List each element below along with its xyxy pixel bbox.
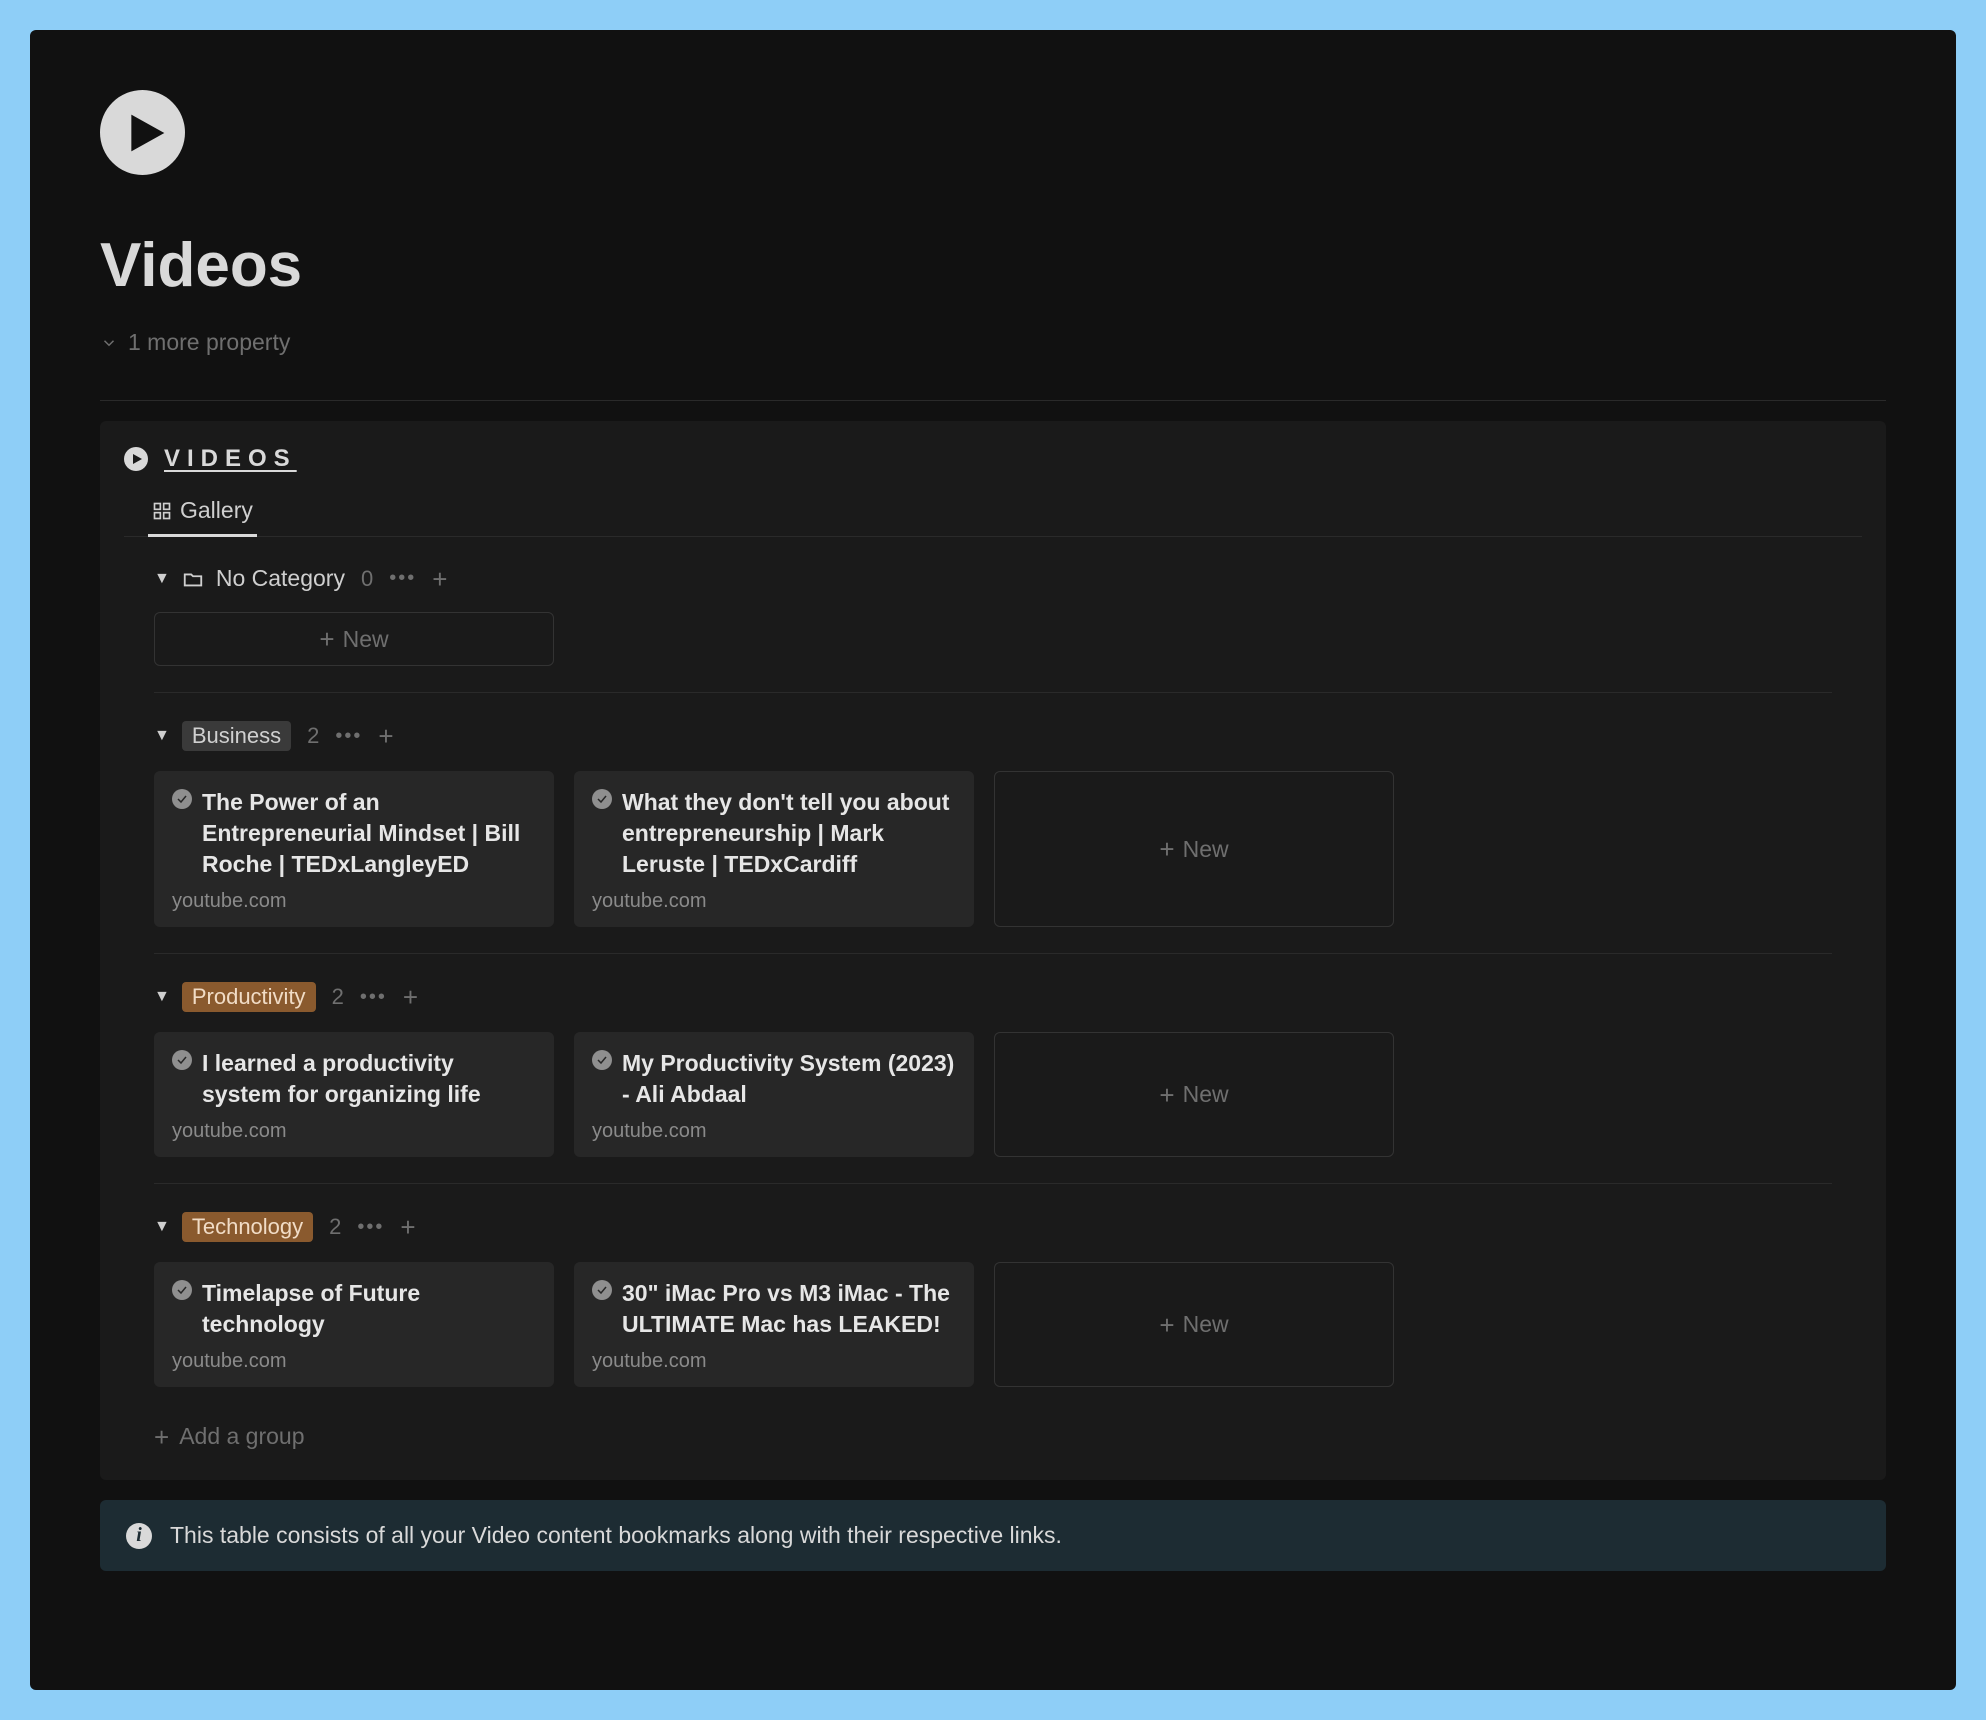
check-icon [172, 1050, 192, 1070]
info-callout: i This table consists of all your Video … [100, 1500, 1886, 1571]
video-card[interactable]: My Productivity System (2023) - Ali Abda… [574, 1032, 974, 1157]
group-tag[interactable]: Technology [182, 1212, 313, 1242]
group-tag[interactable]: Business [182, 721, 291, 751]
view-tabs: Gallery [124, 487, 1862, 537]
chevron-down-icon [100, 334, 118, 352]
cards-row: Timelapse of Future technology youtube.c… [124, 1248, 1862, 1407]
page-play-icon [100, 90, 185, 175]
group-header: ▼ Productivity 2 ••• + [124, 976, 1862, 1018]
database-play-icon [124, 447, 148, 471]
card-source: youtube.com [172, 890, 536, 913]
video-card[interactable]: 30" iMac Pro vs M3 iMac - The ULTIMATE M… [574, 1262, 974, 1387]
more-properties-label: 1 more property [128, 329, 290, 356]
group-menu-icon[interactable]: ••• [385, 567, 420, 590]
group-menu-icon[interactable]: ••• [353, 1216, 388, 1239]
check-icon [172, 789, 192, 809]
app-frame: Videos 1 more property VIDEOS Gallery [30, 30, 1956, 1690]
cards-row: I learned a productivity system for orga… [124, 1018, 1862, 1177]
database-block: VIDEOS Gallery ▼ [100, 421, 1886, 1480]
card-title: Timelapse of Future technology [202, 1278, 536, 1340]
group-count: 2 [332, 984, 344, 1010]
group-add-button[interactable]: + [378, 723, 393, 749]
check-icon [592, 1050, 612, 1070]
header-divider [100, 400, 1886, 401]
add-group-button[interactable]: + Add a group [124, 1407, 1862, 1450]
new-label: New [343, 626, 389, 653]
plus-icon: + [1159, 1312, 1174, 1338]
collapse-toggle[interactable]: ▼ [154, 727, 170, 745]
card-title: I learned a productivity system for orga… [202, 1048, 536, 1110]
video-card[interactable]: I learned a productivity system for orga… [154, 1032, 554, 1157]
group-technology: ▼ Technology 2 ••• + Timelapse of Future… [124, 1184, 1862, 1407]
group-menu-icon[interactable]: ••• [331, 725, 366, 748]
group-header: ▼ Technology 2 ••• + [124, 1206, 1862, 1248]
new-label: New [1183, 1311, 1229, 1338]
database-title-row: VIDEOS [100, 445, 1886, 487]
group-productivity: ▼ Productivity 2 ••• + I learned a produ… [124, 954, 1862, 1184]
new-card-button[interactable]: + New [154, 612, 554, 666]
folder-icon [182, 568, 204, 590]
plus-icon: + [154, 1424, 169, 1450]
new-card-button[interactable]: + New [994, 771, 1394, 927]
check-icon [592, 1280, 612, 1300]
card-source: youtube.com [592, 1120, 956, 1143]
plus-icon: + [1159, 1082, 1174, 1108]
more-properties-toggle[interactable]: 1 more property [100, 329, 1886, 380]
card-source: youtube.com [172, 1120, 536, 1143]
group-no-category: ▼ No Category 0 ••• + + New [124, 537, 1862, 693]
group-name: No Category [216, 565, 345, 592]
tab-gallery[interactable]: Gallery [148, 487, 257, 537]
group-count: 0 [361, 566, 373, 592]
collapse-toggle[interactable]: ▼ [154, 570, 170, 588]
card-source: youtube.com [592, 890, 956, 913]
card-source: youtube.com [172, 1350, 536, 1373]
group-business: ▼ Business 2 ••• + The Power of an Entre… [124, 693, 1862, 954]
group-menu-icon[interactable]: ••• [356, 986, 391, 1009]
group-count: 2 [329, 1214, 341, 1240]
new-label: New [1183, 836, 1229, 863]
info-icon: i [126, 1523, 152, 1549]
video-card[interactable]: The Power of an Entrepreneurial Mindset … [154, 771, 554, 927]
cards-row: The Power of an Entrepreneurial Mindset … [124, 757, 1862, 947]
group-header: ▼ Business 2 ••• + [124, 715, 1862, 757]
collapse-toggle[interactable]: ▼ [154, 1218, 170, 1236]
new-card-button[interactable]: + New [994, 1032, 1394, 1157]
video-card[interactable]: Timelapse of Future technology youtube.c… [154, 1262, 554, 1387]
add-group-label: Add a group [179, 1423, 304, 1450]
plus-icon: + [1159, 836, 1174, 862]
group-add-button[interactable]: + [403, 984, 418, 1010]
new-label: New [1183, 1081, 1229, 1108]
page-title: Videos [100, 230, 1886, 301]
group-add-button[interactable]: + [432, 566, 447, 592]
group-tag[interactable]: Productivity [182, 982, 316, 1012]
group-header: ▼ No Category 0 ••• + [124, 559, 1862, 598]
info-text: This table consists of all your Video co… [170, 1522, 1062, 1549]
card-title: My Productivity System (2023) - Ali Abda… [622, 1048, 956, 1110]
card-title: What they don't tell you about entrepren… [622, 787, 956, 880]
card-title: 30" iMac Pro vs M3 iMac - The ULTIMATE M… [622, 1278, 956, 1340]
check-icon [592, 789, 612, 809]
plus-icon: + [319, 626, 334, 652]
card-source: youtube.com [592, 1350, 956, 1373]
group-add-button[interactable]: + [400, 1214, 415, 1240]
check-icon [172, 1280, 192, 1300]
page-header: Videos 1 more property [30, 30, 1956, 400]
video-card[interactable]: What they don't tell you about entrepren… [574, 771, 974, 927]
new-card-button[interactable]: + New [994, 1262, 1394, 1387]
database-title[interactable]: VIDEOS [164, 445, 297, 473]
tab-gallery-label: Gallery [180, 497, 253, 524]
collapse-toggle[interactable]: ▼ [154, 988, 170, 1006]
card-title: The Power of an Entrepreneurial Mindset … [202, 787, 536, 880]
group-count: 2 [307, 723, 319, 749]
gallery-icon [152, 501, 172, 521]
cards-row: + New [124, 598, 1862, 686]
groups-container: ▼ No Category 0 ••• + + New [100, 537, 1886, 1450]
